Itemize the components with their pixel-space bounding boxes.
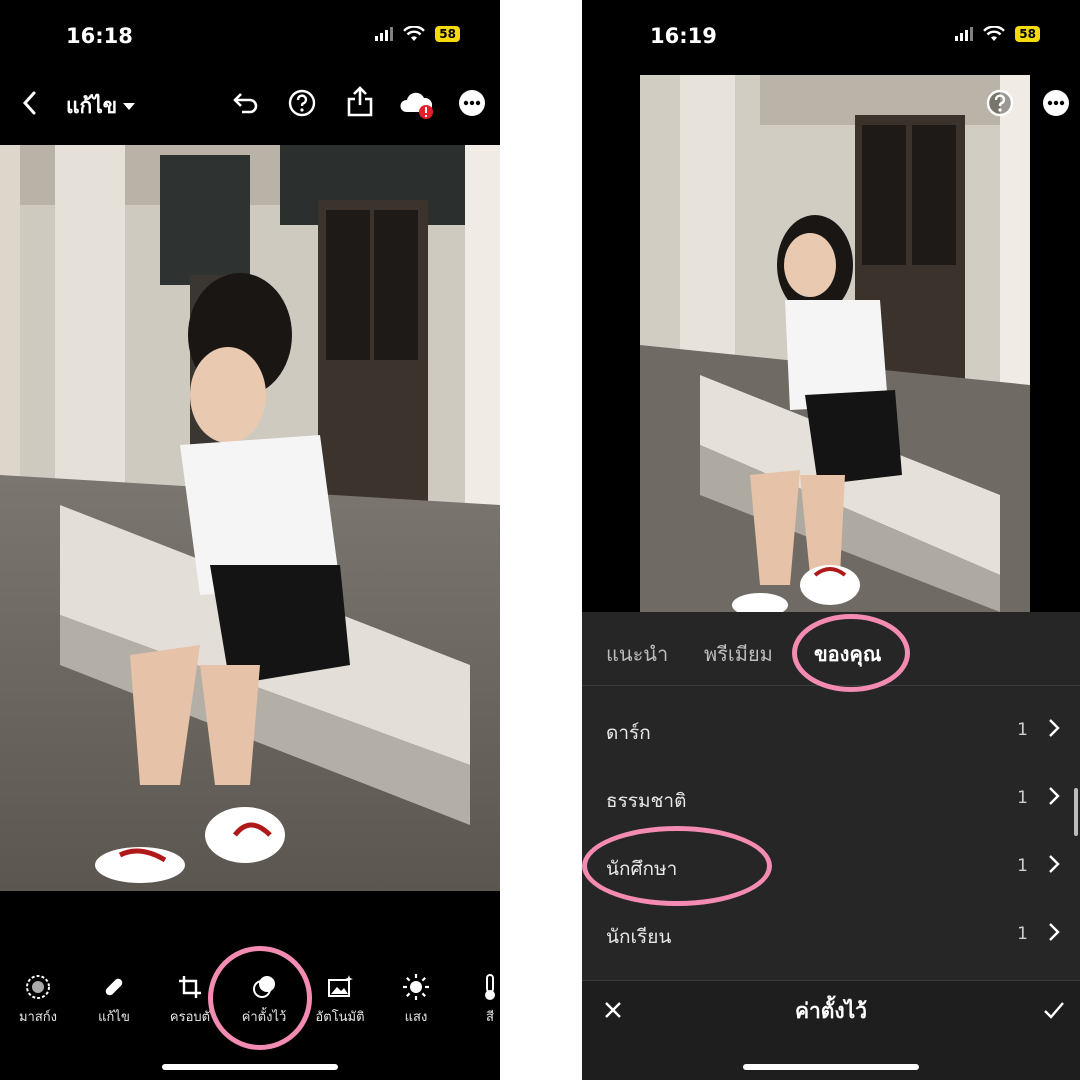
help-button[interactable]: [986, 89, 1014, 117]
preset-group-row[interactable]: ดาร์ก 1: [582, 696, 1080, 764]
preset-group-row[interactable]: ธรรมชาติ 1: [582, 764, 1080, 832]
photo-image: [0, 145, 500, 891]
preset-group-row[interactable]: นักศึกษา 1: [582, 832, 1080, 900]
back-chevron-icon: [22, 91, 36, 115]
tool-label: มาสก์ง: [18, 1010, 58, 1025]
preset-group-name: ดาร์ก: [606, 722, 651, 744]
preset-group-count: 1: [1017, 856, 1028, 876]
editor-top-bar: แก้ไข: [0, 80, 500, 128]
crop-icon: [179, 976, 201, 998]
undo-button[interactable]: [232, 90, 260, 116]
wifi-icon: [983, 26, 1006, 41]
more-dots-icon: [1043, 90, 1069, 116]
status-icons: 58: [375, 26, 460, 42]
confirm-button[interactable]: [1042, 999, 1066, 1021]
tool-presets[interactable]: ค่าตั้งไว้: [226, 968, 302, 1027]
preset-group-name: ธรรมชาติ: [606, 790, 687, 812]
presets-title: ค่าตั้งไว้: [794, 999, 868, 1023]
tool-label: อัตโนมัติ: [315, 1010, 365, 1025]
bandage-icon: [105, 978, 123, 996]
tool-label: แก้ไข: [98, 1010, 130, 1025]
chevron-right-icon: [1049, 787, 1060, 805]
thermometer-icon: [485, 974, 495, 1000]
wifi-icon: [403, 26, 426, 41]
preset-group-count: 1: [1017, 720, 1028, 740]
more-options-button[interactable]: [458, 89, 486, 117]
tool-label: ครอบตั: [169, 1010, 211, 1025]
presets-icon: [253, 976, 275, 998]
status-time: 16:18: [66, 24, 133, 48]
undo-icon: [233, 93, 258, 114]
status-icons: 58: [955, 26, 1040, 42]
tab-premium[interactable]: พรีเมียม: [704, 638, 773, 670]
sun-icon: [403, 974, 429, 1000]
auto-icon: [328, 975, 353, 997]
page-title: แก้ไข: [66, 94, 118, 118]
cloud-alert-icon: [400, 92, 433, 119]
preview-photo[interactable]: [640, 75, 1030, 612]
cellular-signal-icon: [955, 27, 974, 41]
tab-yours[interactable]: ของคุณ: [814, 638, 881, 670]
tool-label: ค่าตั้งไว้: [241, 1010, 287, 1025]
chevron-right-icon: [1049, 719, 1060, 737]
share-icon: [347, 86, 373, 117]
home-indicator: [743, 1064, 919, 1070]
more-dots-icon: [459, 90, 485, 116]
presets-panel: แนะนำ พรีเมียม ของคุณ ดาร์ก 1 ธรรมชาติ 1…: [582, 612, 1080, 1080]
tool-color[interactable]: สี: [452, 968, 500, 1027]
tab-recommended[interactable]: แนะนำ: [606, 638, 668, 670]
masking-icon: [26, 975, 50, 999]
home-indicator: [162, 1064, 338, 1070]
preset-group-name: นักเรียน: [606, 926, 672, 948]
cloud-sync-button[interactable]: [398, 88, 436, 120]
photo-image: [640, 75, 1030, 612]
share-button[interactable]: [346, 86, 374, 118]
preset-group-row[interactable]: นักเรียน 1: [582, 900, 1080, 968]
tool-healing[interactable]: แก้ไข: [76, 968, 152, 1027]
right-phone-screen: 16:19 58 แนะนำ พรีเมียม ของคุณ ดาร์ก 1 ธ…: [582, 0, 1080, 1080]
editor-toolbar: มาสก์ง แก้ไข ครอบตั ค่าตั้งไว้ อัตโนมัติ…: [0, 968, 500, 1038]
preset-tabs: แนะนำ พรีเมียม ของคุณ: [582, 612, 1080, 686]
battery-indicator: 58: [1015, 26, 1040, 42]
checkmark-icon: [1044, 1002, 1064, 1019]
battery-indicator: 58: [435, 26, 460, 42]
edited-photo[interactable]: [0, 145, 500, 891]
status-time: 16:19: [650, 24, 717, 48]
more-options-button[interactable]: [1042, 89, 1070, 117]
cellular-signal-icon: [375, 27, 394, 41]
tool-label: แสง: [404, 1010, 428, 1025]
chevron-right-icon: [1049, 855, 1060, 873]
help-icon: [986, 89, 1014, 117]
preset-group-count: 1: [1017, 924, 1028, 944]
preset-group-count: 1: [1017, 788, 1028, 808]
chevron-right-icon: [1049, 923, 1060, 941]
tool-label: สี: [486, 1010, 494, 1025]
tool-crop[interactable]: ครอบตั: [152, 968, 228, 1027]
tool-auto[interactable]: อัตโนมัติ: [302, 968, 378, 1027]
help-button[interactable]: [288, 89, 316, 117]
help-icon: [288, 89, 316, 117]
edit-mode-dropdown[interactable]: แก้ไข: [66, 90, 136, 123]
tool-light[interactable]: แสง: [378, 968, 454, 1027]
left-phone-screen: 16:18 58 แก้ไข มาสก์ง แก้ไข ครอบตั ค่าตั…: [0, 0, 500, 1080]
tool-masking[interactable]: มาสก์ง: [0, 968, 76, 1027]
list-scrollbar[interactable]: [1074, 788, 1078, 836]
caret-down-icon: [123, 102, 136, 110]
back-button[interactable]: [18, 90, 42, 116]
preset-group-name: นักศึกษา: [606, 858, 678, 880]
